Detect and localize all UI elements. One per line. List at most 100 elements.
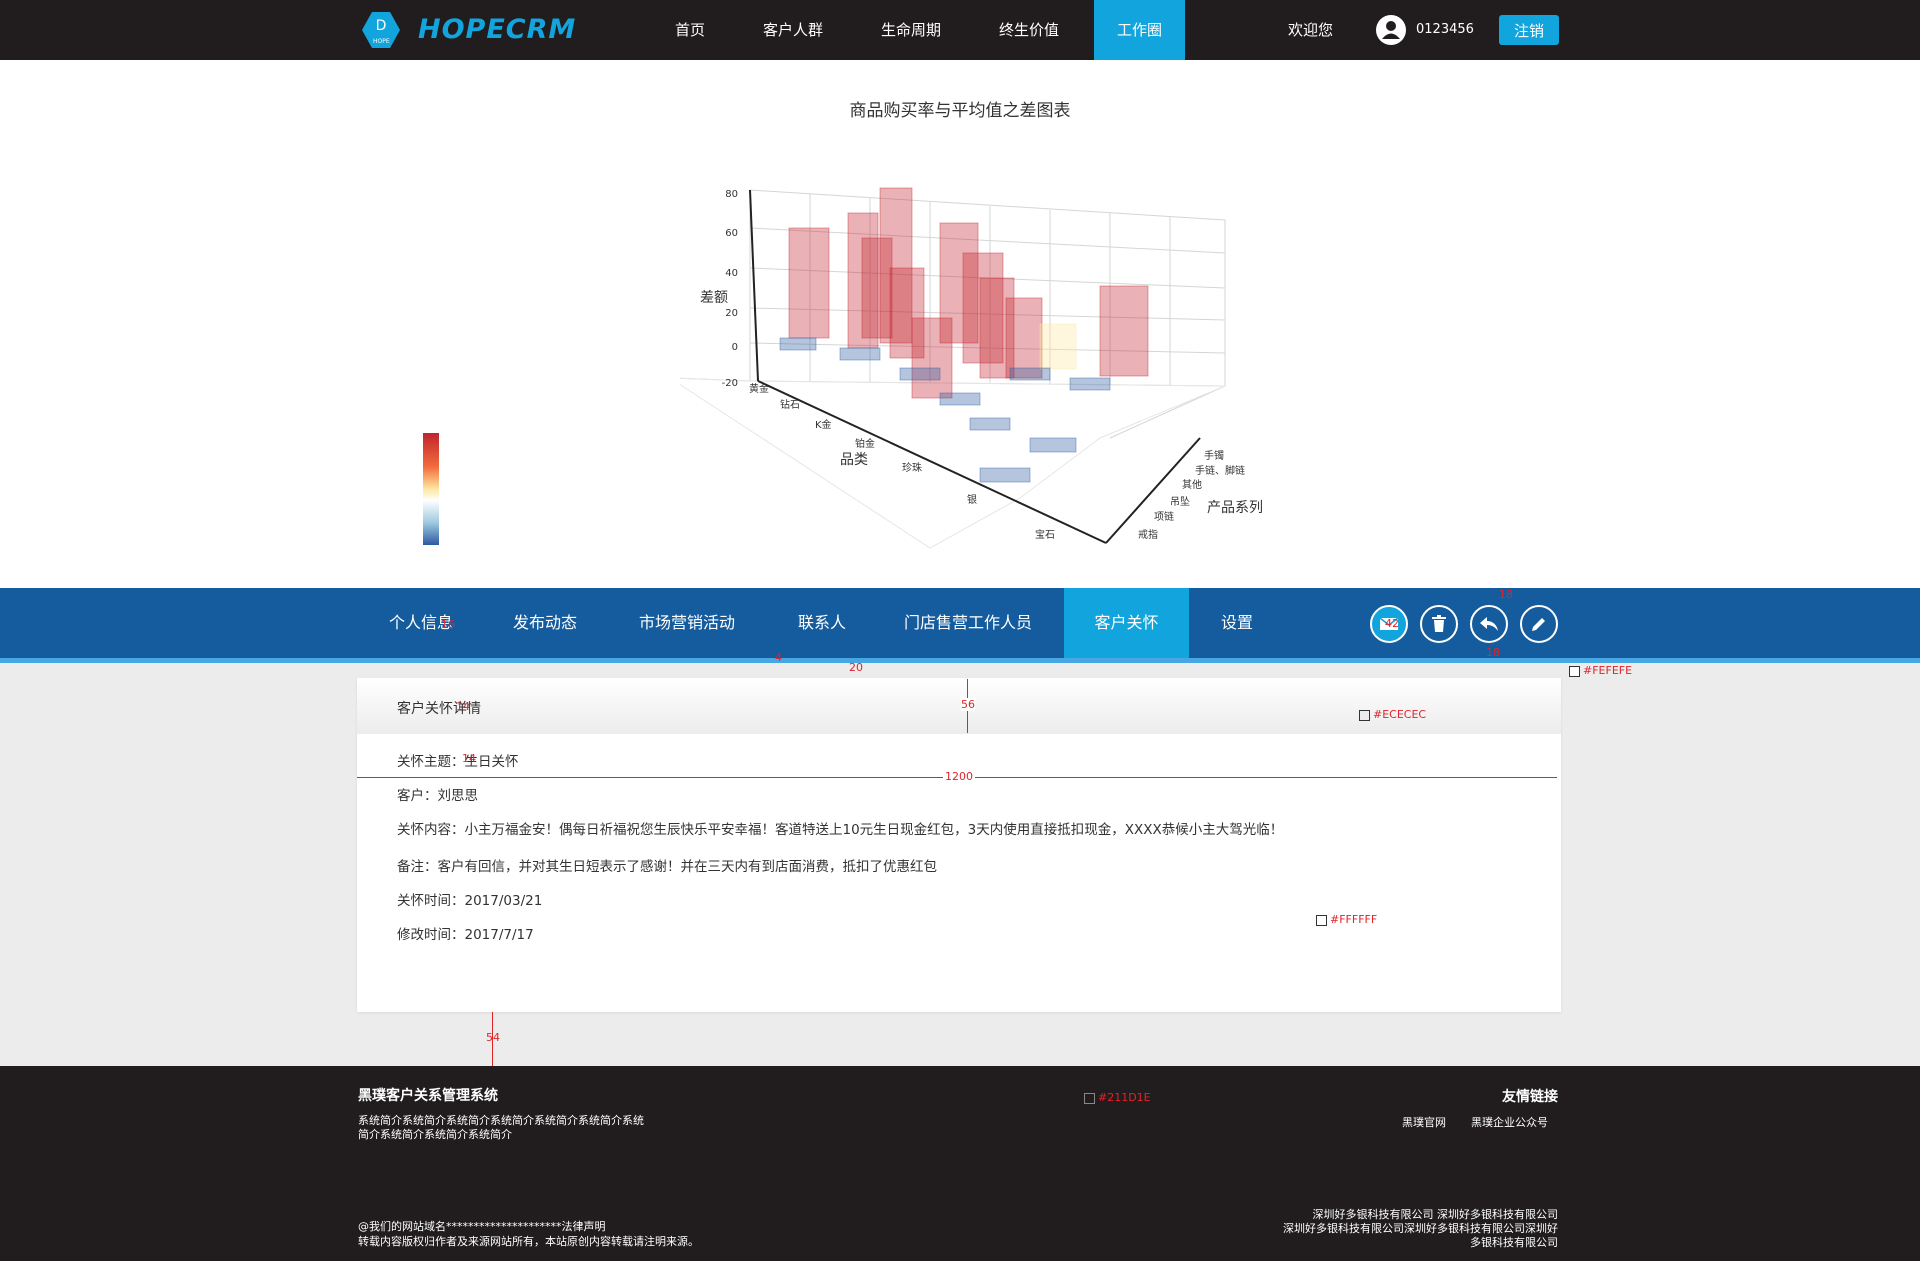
annotation-gap-54: 54 bbox=[486, 1031, 500, 1044]
row-value: 刘思思 bbox=[437, 788, 479, 804]
chart-colorscale bbox=[423, 433, 439, 545]
logout-button[interactable]: 注销 bbox=[1499, 15, 1559, 45]
annotation-width: 1200 bbox=[943, 770, 975, 783]
tab-bar-underline bbox=[0, 658, 1920, 663]
annotation-gap-18: 18 bbox=[1486, 646, 1500, 659]
tab-contacts[interactable]: 联系人 bbox=[774, 588, 870, 658]
z-tick-label: 40 bbox=[725, 268, 738, 279]
row-care-topic: 关怀主题：生日关怀 bbox=[397, 750, 519, 770]
category-tick-label: K金 bbox=[815, 418, 832, 431]
chart-bar bbox=[1099, 285, 1149, 377]
reply-icon bbox=[1480, 617, 1498, 631]
chart-bar bbox=[1069, 377, 1111, 391]
row-care-content: 关怀内容：小主万福金安！偶每日祈福祝您生辰快乐平安幸福！客道特送上10元生日现金… bbox=[397, 818, 1283, 838]
annotation-color-ffffff: #FFFFFF bbox=[1330, 913, 1378, 926]
footer-title: 黑璞客户关系管理系统 bbox=[358, 1088, 498, 1104]
category-tick-label: 黄金 bbox=[749, 382, 769, 395]
mail-badge: 42 bbox=[1385, 617, 1399, 630]
nav-item-customer-groups[interactable]: 客户人群 bbox=[746, 0, 840, 60]
row-value: 小主万福金安！偶每日祈福祝您生辰快乐平安幸福！客道特送上10元生日现金红包，3天… bbox=[464, 822, 1284, 838]
category-tick-label: 珍珠 bbox=[902, 461, 922, 474]
chart-bar bbox=[1009, 367, 1051, 381]
row-label: 关怀主题： bbox=[397, 754, 465, 770]
mail-button[interactable]: 42 bbox=[1370, 605, 1408, 643]
z-axis-label: 差额 bbox=[700, 290, 728, 306]
row-label: 备注： bbox=[397, 859, 438, 875]
color-swatch bbox=[1359, 710, 1370, 721]
chart-bar bbox=[788, 227, 830, 339]
z-tick-label: 60 bbox=[725, 228, 738, 239]
row-care-time: 关怀时间：2017/03/21 bbox=[397, 889, 542, 909]
chart-bar bbox=[839, 347, 881, 361]
tab-store-staff[interactable]: 门店售营工作人员 bbox=[890, 588, 1046, 658]
series-tick-label: 吊坠 bbox=[1170, 496, 1190, 508]
edit-button[interactable] bbox=[1520, 605, 1558, 643]
category-tick-label: 宝石 bbox=[1035, 528, 1055, 541]
top-navbar bbox=[0, 0, 1920, 60]
annotation-color-ececec: #ECECEC bbox=[1373, 708, 1427, 721]
nav-item-lifetime-value[interactable]: 终生价值 bbox=[982, 0, 1076, 60]
series-tick-label: 其他 bbox=[1182, 478, 1202, 491]
chart-bar bbox=[861, 237, 893, 339]
annotation-size-14: 14 bbox=[462, 752, 476, 765]
row-modified-time: 修改时间：2017/7/17 bbox=[397, 923, 534, 943]
annotation-size-14: 14 bbox=[456, 700, 470, 713]
footer-legal-line1: @我们的网站域名*********************法律声明 bbox=[358, 1220, 606, 1233]
chart-bar bbox=[899, 367, 941, 381]
tab-post-updates[interactable]: 发布动态 bbox=[493, 588, 597, 658]
z-tick-label: -20 bbox=[722, 378, 738, 389]
logo-small-text: HOPE bbox=[373, 38, 390, 45]
annotation-size-16: 16 bbox=[441, 618, 455, 631]
logo-text: HOPECRM bbox=[418, 14, 577, 45]
y-axis-label: 产品系列 bbox=[1207, 500, 1263, 516]
tab-personal-info[interactable]: 个人信息 bbox=[370, 588, 472, 658]
nav-item-workcircle[interactable]: 工作圈 bbox=[1094, 0, 1185, 60]
user-avatar[interactable] bbox=[1376, 15, 1406, 45]
color-swatch bbox=[1316, 915, 1327, 926]
tab-settings[interactable]: 设置 bbox=[1205, 588, 1269, 658]
care-detail-header bbox=[357, 678, 1561, 734]
annotation-gap-4: 4 bbox=[775, 651, 782, 664]
chart-bar bbox=[779, 337, 817, 351]
row-value: 2017/03/21 bbox=[464, 893, 543, 909]
series-tick-label: 手链、脚链 bbox=[1195, 464, 1245, 477]
footer-company-line3: 多银科技有限公司 bbox=[1470, 1236, 1558, 1249]
chart-bar bbox=[939, 392, 981, 406]
annotation-gap-56: 56 bbox=[961, 698, 975, 711]
row-customer: 客户：刘思思 bbox=[397, 784, 478, 804]
z-tick-label: 0 bbox=[732, 342, 738, 353]
pencil-icon bbox=[1532, 618, 1545, 631]
reply-button[interactable] bbox=[1470, 605, 1508, 643]
series-tick-label: 项链 bbox=[1154, 510, 1174, 523]
row-value: 2017/7/17 bbox=[464, 927, 534, 943]
app-logo[interactable]: D HOPE HOPECRM bbox=[360, 10, 600, 50]
row-label: 客户： bbox=[397, 788, 438, 804]
annotation-gap-18: 18 bbox=[1499, 588, 1513, 601]
trash-icon bbox=[1432, 615, 1446, 632]
chart-3d-bars[interactable]: 80 60 40 20 0 -20 差额黄金钻石 K金铂金珍珠银宝石 品类 手镯手链、脚链其他吊坠… bbox=[680, 168, 1280, 558]
tab-marketing[interactable]: 市场营销活动 bbox=[622, 588, 752, 658]
footer-link-official[interactable]: 黑璞官网 bbox=[1402, 1114, 1446, 1130]
category-tick-label: 钻石 bbox=[780, 398, 800, 411]
series-tick-label: 手镯 bbox=[1204, 449, 1224, 462]
tab-customer-care[interactable]: 客户关怀 bbox=[1064, 588, 1189, 658]
color-swatch bbox=[1569, 666, 1580, 677]
annotation-color-fefefe: #FEFEFE bbox=[1583, 664, 1633, 677]
x-axis-label: 品类 bbox=[840, 452, 868, 468]
nav-item-lifecycle[interactable]: 生命周期 bbox=[864, 0, 958, 60]
welcome-text: 欢迎您 bbox=[1288, 21, 1334, 39]
delete-button[interactable] bbox=[1420, 605, 1458, 643]
footer-link-wechat[interactable]: 黑璞企业公众号 bbox=[1471, 1114, 1548, 1130]
user-icon bbox=[1382, 21, 1400, 39]
series-tick-label: 戒指 bbox=[1138, 528, 1158, 541]
svg-text:D: D bbox=[376, 18, 387, 34]
row-label: 修改时间： bbox=[397, 927, 465, 943]
row-remark: 备注：客户有回信，并对其生日短表示了感谢！并在三天内有到店面消费，抵扣了优惠红包 bbox=[397, 855, 937, 875]
footer bbox=[0, 1066, 1920, 1261]
username: 0123456 bbox=[1416, 22, 1474, 37]
nav-item-home[interactable]: 首页 bbox=[660, 0, 720, 60]
friend-links-title: 友情链接 bbox=[1502, 1089, 1558, 1105]
color-swatch bbox=[1084, 1093, 1095, 1104]
chart-bar bbox=[1029, 437, 1077, 453]
z-tick-label: 20 bbox=[725, 308, 738, 319]
